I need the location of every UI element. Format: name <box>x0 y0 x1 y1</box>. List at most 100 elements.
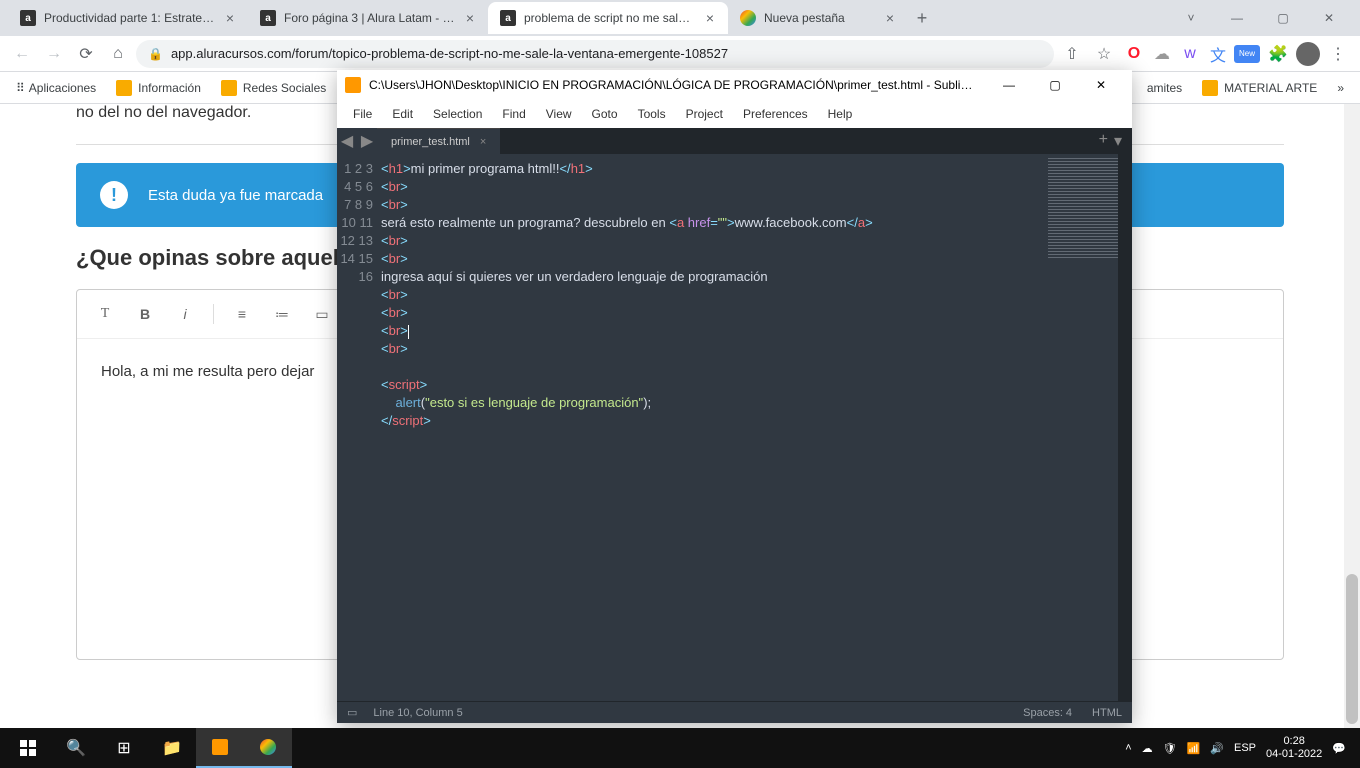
close-icon[interactable]: × <box>464 10 476 26</box>
wifi-icon[interactable]: 📶 <box>1187 742 1201 755</box>
menu-preferences[interactable]: Preferences <box>733 107 818 121</box>
search-button[interactable]: 🔍 <box>52 728 100 768</box>
extension-icon[interactable]: ☁ <box>1150 42 1174 66</box>
bookmarks-overflow[interactable]: » <box>1329 74 1352 102</box>
browser-tab-3-active[interactable]: aproblema de script no me sale la× <box>488 2 728 34</box>
new-tab-button[interactable]: + <box>908 4 936 32</box>
tab-favicon: a <box>500 10 516 26</box>
tab-prev-button[interactable]: ◀ <box>337 128 357 154</box>
cursor-position[interactable]: Line 10, Column 5 <box>373 707 462 719</box>
page-scrollbar[interactable] <box>1344 104 1360 728</box>
code-content[interactable]: <h1>mi primer programa html!!</h1> <br> … <box>381 154 1132 701</box>
close-button[interactable]: ✕ <box>1078 70 1124 100</box>
minimize-button[interactable]: — <box>1214 2 1260 34</box>
maximize-button[interactable]: ▢ <box>1260 2 1306 34</box>
chevron-down-icon[interactable]: ˅ <box>1168 2 1214 34</box>
menu-tools[interactable]: Tools <box>628 107 676 121</box>
language-indicator[interactable]: ESP <box>1234 742 1256 754</box>
bookmark-folder[interactable]: amites <box>1139 74 1190 102</box>
text-cursor <box>408 325 409 339</box>
editor-tab[interactable]: primer_test.html × <box>377 128 500 154</box>
panel-toggle-icon[interactable]: ▭ <box>347 706 357 719</box>
close-icon[interactable]: × <box>704 10 716 26</box>
sublime-tab-bar: ◀ ▶ primer_test.html × + ▾ <box>337 128 1132 154</box>
close-icon[interactable]: × <box>224 10 236 26</box>
extension-new-icon[interactable]: New <box>1234 45 1260 63</box>
lock-icon: 🔒 <box>148 47 163 61</box>
onedrive-icon[interactable]: ☁ <box>1142 742 1153 755</box>
system-tray: ˄ ☁ 🛡 📶 🔊 ESP 0:28 04-01-2022 💬 <box>1125 735 1356 761</box>
tab-next-button[interactable]: ▶ <box>357 128 377 154</box>
bullet-list-button[interactable]: ≡ <box>226 298 258 330</box>
reload-button[interactable]: ⟳ <box>72 40 100 68</box>
browser-tab-2[interactable]: aForo página 3 | Alura Latam - Cu...× <box>248 2 488 34</box>
address-bar[interactable]: 🔒 app.aluracursos.com/forum/topico-probl… <box>136 40 1054 68</box>
menu-project[interactable]: Project <box>676 107 733 121</box>
menu-file[interactable]: File <box>343 107 382 121</box>
extensions-button[interactable]: 🧩 <box>1264 40 1292 68</box>
editor-scrollbar[interactable] <box>1118 154 1132 701</box>
extension-translate-icon[interactable]: 文 <box>1206 42 1230 66</box>
extension-opera-icon[interactable]: O <box>1122 42 1146 66</box>
apps-button[interactable]: ⠿Aplicaciones <box>8 74 104 102</box>
browser-tab-4[interactable]: Nueva pestaña× <box>728 2 908 34</box>
new-tab-button[interactable]: + <box>1099 131 1108 151</box>
italic-button[interactable]: i <box>169 298 201 330</box>
syntax-status[interactable]: HTML <box>1092 707 1122 719</box>
banner-text: Esta duda ya fue marcada <box>148 187 323 204</box>
minimap[interactable] <box>1048 158 1118 258</box>
start-button[interactable] <box>4 728 52 768</box>
bookmark-folder[interactable]: Información <box>108 74 209 102</box>
security-icon[interactable]: 🛡 <box>1163 742 1177 755</box>
sublime-titlebar[interactable]: C:\Users\JHON\Desktop\INICIO EN PROGRAMA… <box>337 70 1132 100</box>
line-number-gutter: 1 2 3 4 5 6 7 8 9 10 11 12 13 14 15 16 <box>337 154 381 701</box>
url-text: app.aluracursos.com/forum/topico-problem… <box>171 46 728 61</box>
menu-help[interactable]: Help <box>818 107 863 121</box>
sublime-logo-icon <box>345 77 361 93</box>
back-button[interactable]: ← <box>8 40 36 68</box>
forward-button[interactable]: → <box>40 40 68 68</box>
chrome-taskbar-button[interactable] <box>244 728 292 768</box>
bold-button[interactable]: B <box>129 298 161 330</box>
tab-favicon: a <box>20 10 36 26</box>
share-button[interactable]: ⇧ <box>1058 40 1086 68</box>
bookmark-folder[interactable]: Redes Sociales <box>213 74 334 102</box>
close-icon[interactable]: × <box>480 136 486 148</box>
close-icon[interactable]: × <box>884 10 896 26</box>
volume-icon[interactable]: 🔊 <box>1210 742 1224 755</box>
clock[interactable]: 0:28 04-01-2022 <box>1266 735 1322 761</box>
window-title: C:\Users\JHON\Desktop\INICIO EN PROGRAMA… <box>369 78 978 92</box>
notifications-button[interactable]: 💬 <box>1332 742 1346 755</box>
folder-icon <box>116 80 132 96</box>
menu-goto[interactable]: Goto <box>582 107 628 121</box>
close-window-button[interactable]: ✕ <box>1306 2 1352 34</box>
editor-area[interactable]: 1 2 3 4 5 6 7 8 9 10 11 12 13 14 15 16 <… <box>337 154 1132 701</box>
minimize-button[interactable]: — <box>986 70 1032 100</box>
bookmark-folder[interactable]: MATERIAL ARTE <box>1194 74 1325 102</box>
menu-find[interactable]: Find <box>492 107 535 121</box>
task-view-button[interactable]: ⊞ <box>100 728 148 768</box>
profile-avatar[interactable] <box>1296 42 1320 66</box>
scrollbar-thumb[interactable] <box>1346 574 1358 724</box>
sublime-taskbar-button[interactable] <box>196 728 244 768</box>
extension-wappalyzer-icon[interactable]: w <box>1178 42 1202 66</box>
menu-selection[interactable]: Selection <box>423 107 492 121</box>
file-explorer-button[interactable]: 📁 <box>148 728 196 768</box>
chrome-menu-button[interactable]: ⋮ <box>1324 40 1352 68</box>
tab-menu-button[interactable]: ▾ <box>1114 131 1122 151</box>
browser-tab-strip: aProductividad parte 1: Estrategia...× a… <box>0 0 1360 36</box>
bookmark-star-button[interactable]: ☆ <box>1090 40 1118 68</box>
windows-taskbar: 🔍 ⊞ 📁 ˄ ☁ 🛡 📶 🔊 ESP 0:28 04-01-2022 💬 <box>0 728 1360 768</box>
browser-tab-1[interactable]: aProductividad parte 1: Estrategia...× <box>8 2 248 34</box>
menu-edit[interactable]: Edit <box>382 107 423 121</box>
heading-button[interactable]: T <box>89 298 121 330</box>
code-block-button[interactable]: ▭ <box>306 298 338 330</box>
info-icon: ! <box>100 181 128 209</box>
maximize-button[interactable]: ▢ <box>1032 70 1078 100</box>
numbered-list-button[interactable]: ≔ <box>266 298 298 330</box>
indentation-status[interactable]: Spaces: 4 <box>1023 707 1072 719</box>
home-button[interactable]: ⌂ <box>104 40 132 68</box>
menu-view[interactable]: View <box>536 107 582 121</box>
tab-favicon: a <box>260 10 276 26</box>
tray-overflow-button[interactable]: ˄ <box>1125 742 1131 754</box>
